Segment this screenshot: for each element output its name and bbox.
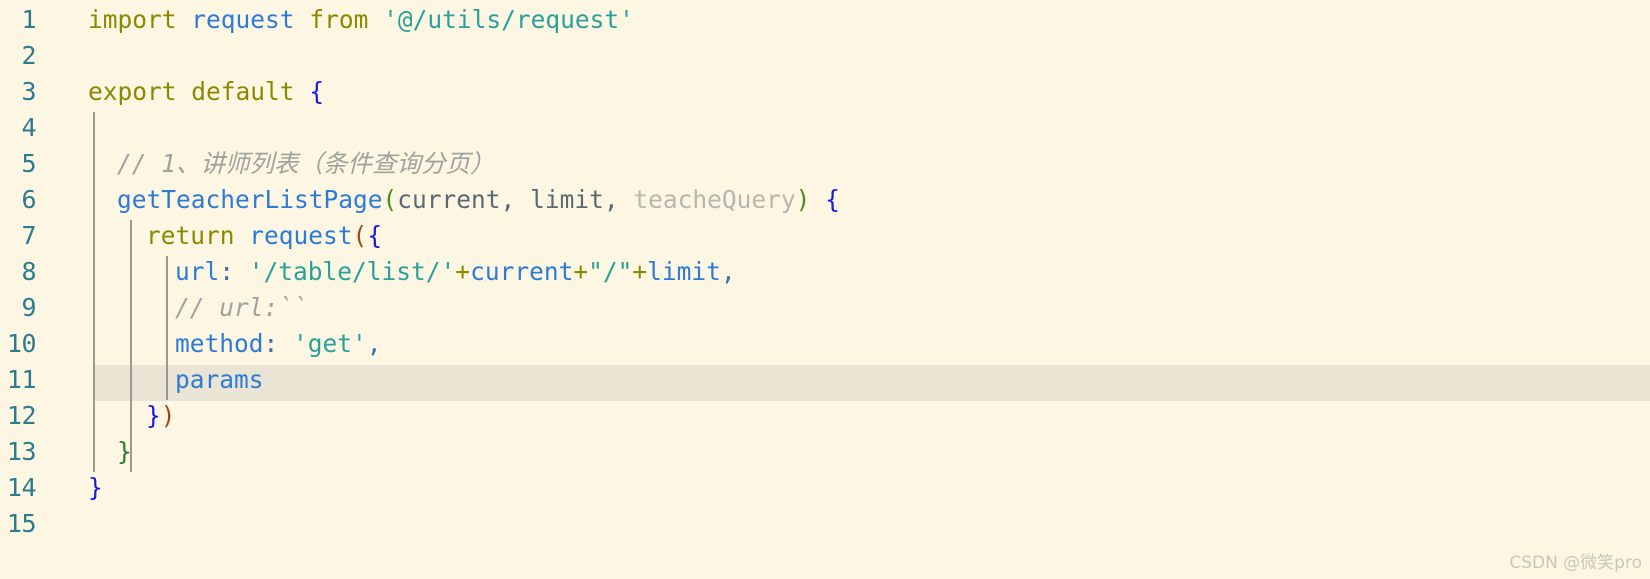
token-comment: // url:`` <box>175 293 308 322</box>
line-number-14[interactable]: 14 <box>0 470 37 506</box>
code-line-8[interactable]: url: '/table/list/'+current+"/"+limit, <box>175 254 736 290</box>
line-number-11[interactable]: 11 <box>0 362 37 398</box>
code-line-1[interactable]: import request from '@/utils/request' <box>88 2 634 38</box>
token-get-string: 'get' <box>293 329 367 358</box>
line-number-12[interactable]: 12 <box>0 398 37 434</box>
token-open-brace: { <box>309 77 325 106</box>
token-request-identifier: request <box>191 5 295 34</box>
line-number-10[interactable]: 10 <box>0 326 37 362</box>
token-request-call: request <box>249 221 353 250</box>
line-number-13[interactable]: 13 <box>0 434 37 470</box>
token-return-keyword: return <box>146 221 235 250</box>
line-number-6[interactable]: 6 <box>0 182 36 218</box>
code-line-12[interactable]: }) <box>146 398 176 434</box>
token-close-paren: ) <box>160 401 176 430</box>
token-open-brace: { <box>825 185 840 214</box>
token-comment: // 1、讲师列表（条件查询分页） <box>117 149 495 178</box>
token-close-brace: } <box>117 437 132 466</box>
token-close-brace: } <box>88 473 103 502</box>
line-number-9[interactable]: 9 <box>0 290 36 326</box>
current-line-highlight <box>93 365 1650 401</box>
line-number-1[interactable]: 1 <box>0 2 36 38</box>
token-method-name: getTeacherListPage <box>117 185 383 214</box>
token-plus-operator: + <box>632 257 648 286</box>
indent-guide-level-3 <box>166 256 168 400</box>
token-param-current: current <box>397 185 501 214</box>
code-line-11[interactable]: params <box>175 362 264 398</box>
line-number-7[interactable]: 7 <box>0 218 36 254</box>
token-url-string: '/table/list/' <box>248 257 456 286</box>
indent-guide-level-1 <box>93 112 95 472</box>
line-number-15[interactable]: 15 <box>0 506 37 542</box>
code-line-14[interactable]: } <box>88 470 103 506</box>
token-params-key: params <box>175 365 264 394</box>
token-module-path-string: '@/utils/request' <box>383 5 634 34</box>
code-line-7[interactable]: return request({ <box>146 218 382 254</box>
token-plus-operator: + <box>455 257 471 286</box>
line-number-2[interactable]: 2 <box>0 38 36 74</box>
token-open-paren: ( <box>382 185 398 214</box>
line-number-8[interactable]: 8 <box>0 254 36 290</box>
token-colon: : <box>219 257 249 286</box>
token-comma: , <box>500 185 531 214</box>
token-limit-variable: limit <box>647 257 721 286</box>
code-line-13[interactable]: } <box>117 434 132 470</box>
token-colon: : <box>263 329 294 358</box>
code-line-6[interactable]: getTeacherListPage(current, limit, teach… <box>117 182 840 218</box>
token-import-keyword: import <box>88 5 177 34</box>
token-default-keyword: default <box>191 77 295 106</box>
token-url-key: url <box>175 257 220 286</box>
token-comma: , <box>366 329 382 358</box>
code-line-9[interactable]: // url:`` <box>175 290 308 326</box>
token-method-key: method <box>175 329 264 358</box>
code-editor[interactable]: 1 2 3 4 5 6 7 8 9 10 11 12 13 14 15 impo… <box>0 0 1650 579</box>
token-param-limit: limit <box>530 185 604 214</box>
csdn-watermark: CSDN @微笑pro <box>1509 553 1642 573</box>
code-line-3[interactable]: export default { <box>88 74 324 110</box>
token-plus-operator: + <box>573 257 589 286</box>
line-number-5[interactable]: 5 <box>0 146 36 182</box>
token-slash-string: "/" <box>588 257 633 286</box>
token-open-brace: { <box>367 221 383 250</box>
token-from-keyword: from <box>309 5 369 34</box>
token-comma: , <box>720 257 736 286</box>
token-current-variable: current <box>470 257 574 286</box>
code-line-10[interactable]: method: 'get', <box>175 326 382 362</box>
token-export-keyword: export <box>88 77 177 106</box>
token-comma: , <box>603 185 634 214</box>
line-number-4[interactable]: 4 <box>0 110 36 146</box>
token-close-brace: } <box>146 401 161 430</box>
line-number-3[interactable]: 3 <box>0 74 36 110</box>
token-param-teachequery: teacheQuery <box>633 185 796 214</box>
code-line-5[interactable]: // 1、讲师列表（条件查询分页） <box>117 146 495 182</box>
token-close-paren: ) <box>795 185 811 214</box>
token-open-paren: ( <box>352 221 368 250</box>
